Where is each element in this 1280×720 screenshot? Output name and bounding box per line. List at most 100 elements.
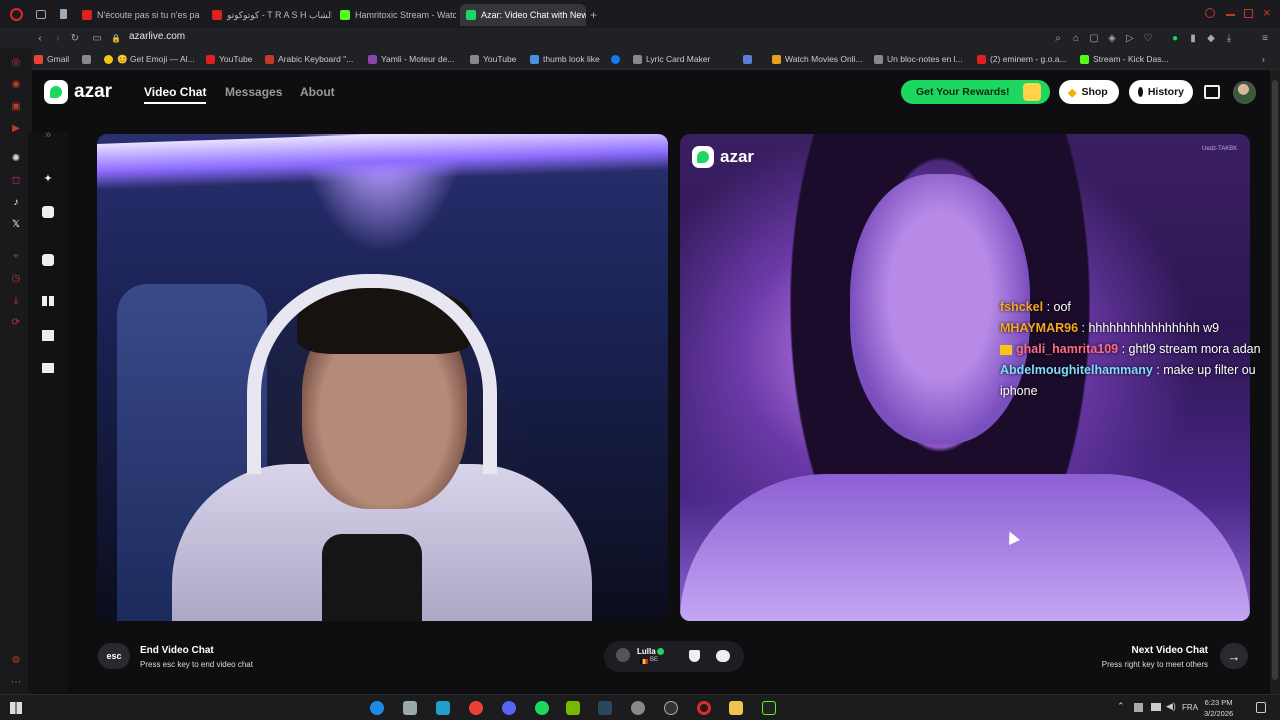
settings-app-icon[interactable]	[631, 701, 645, 715]
camera-icon[interactable]: ▭	[90, 31, 104, 45]
app-icon[interactable]	[403, 701, 417, 715]
layout-stack-icon[interactable]	[40, 327, 56, 343]
tab-2[interactable]: كوتوكوتو - T R A S H الشاب	[206, 4, 332, 26]
bookmark-lyric-card[interactable]: Lyric Card Maker	[633, 52, 710, 66]
bookmark-arabic-keyboard[interactable]: Arabic Keyboard "...	[265, 52, 353, 66]
store-icon[interactable]	[436, 701, 450, 715]
close-icon[interactable]: ×	[1263, 5, 1271, 20]
bookmark-watch-movies[interactable]: Watch Movies Onli...	[772, 52, 863, 66]
opera-icon[interactable]	[697, 701, 711, 715]
tray-chevron-icon[interactable]: ⌃	[1117, 701, 1125, 712]
expand-panel-icon[interactable]: »	[40, 127, 56, 143]
edge-icon[interactable]	[370, 701, 384, 715]
spotify-icon[interactable]	[535, 701, 549, 715]
avatar[interactable]	[1233, 81, 1256, 104]
magic-wand-icon[interactable]: ✦	[40, 170, 56, 186]
pin-icon[interactable]: ⌖	[8, 248, 24, 264]
obs-icon[interactable]	[664, 701, 678, 715]
partner-avatar[interactable]	[616, 648, 630, 662]
sticker-icon[interactable]	[40, 252, 56, 268]
whatsapp-icon[interactable]: ▣	[8, 98, 24, 114]
bookmark-thumb[interactable]: thumb look like	[530, 52, 600, 66]
tab-4-active[interactable]: Azar: Video Chat with New	[460, 4, 586, 26]
chat-bubble-icon[interactable]	[716, 650, 730, 662]
search-tabs-icon[interactable]	[1205, 8, 1215, 18]
extension-1-icon[interactable]: ●	[1168, 31, 1182, 45]
tray-app-icon[interactable]	[1134, 703, 1143, 712]
terminal-icon[interactable]	[762, 701, 776, 715]
bookmark-youtube[interactable]: YouTube	[206, 52, 252, 66]
windows-start-icon[interactable]	[10, 702, 22, 714]
messenger-icon[interactable]: ◉	[8, 76, 24, 92]
download-icon[interactable]: ⤓	[1222, 31, 1236, 45]
next-video-chat[interactable]: Next Video Chat Press right key to meet …	[1094, 645, 1208, 669]
nav-about[interactable]: About	[300, 85, 335, 99]
bookmarks-more-icon[interactable]: ›	[1262, 52, 1265, 66]
face-filter-icon[interactable]	[40, 204, 56, 220]
downloads-icon[interactable]: ⤓	[8, 292, 24, 308]
tab-page-icon[interactable]	[60, 9, 67, 19]
tab-1[interactable]: N'écoute pas si tu n'es pa	[76, 4, 200, 26]
volume-icon[interactable]: ◀)	[1166, 701, 1176, 712]
ai-icon[interactable]: ◎	[8, 54, 24, 70]
extension-3-icon[interactable]: ◆	[1204, 31, 1218, 45]
page-scrollbar[interactable]	[1270, 70, 1280, 694]
extensions-icon[interactable]: ⟳	[8, 314, 24, 330]
folder-icon[interactable]	[729, 701, 743, 715]
extension-2-icon[interactable]: ▮	[1186, 31, 1200, 45]
youtube-icon[interactable]: ▶	[8, 120, 24, 136]
next-arrow-button[interactable]: →	[1220, 643, 1248, 669]
chatgpt-icon[interactable]: ✺	[8, 150, 24, 166]
tiktok-icon[interactable]: ♪	[8, 194, 24, 210]
maximize-icon[interactable]	[1244, 9, 1253, 18]
history-icon[interactable]: ◷	[8, 270, 24, 286]
report-shield-icon[interactable]	[689, 650, 700, 662]
more-icon[interactable]: ⋯	[8, 674, 24, 690]
get-rewards-button[interactable]: Get Your Rewards!	[901, 80, 1050, 104]
chrome-icon[interactable]	[469, 701, 483, 715]
bookmark-facebook[interactable]	[611, 52, 620, 66]
bookmark-docs[interactable]	[743, 52, 752, 66]
opera-logo-icon[interactable]	[10, 8, 23, 21]
bookmark-gmail[interactable]: Gmail	[34, 52, 69, 66]
steam-icon[interactable]	[598, 701, 612, 715]
azar-logo[interactable]: azar	[44, 80, 112, 104]
esc-key-button[interactable]: esc	[98, 643, 130, 669]
bookmark-get-emoji[interactable]: 😊 Get Emoji — Al...	[104, 52, 195, 66]
bookmark-bloc-notes[interactable]: Un bloc-notes en l...	[874, 52, 963, 66]
language-indicator[interactable]: FRA	[1182, 703, 1198, 712]
minimize-icon[interactable]	[1226, 14, 1235, 16]
new-tab-icon[interactable]: +	[590, 8, 597, 22]
notification-icon[interactable]	[1256, 702, 1266, 713]
send-icon[interactable]: ▷	[1123, 31, 1137, 45]
bookmark-yamli[interactable]: Yamli - Moteur de...	[368, 52, 455, 66]
forward-icon[interactable]: ›	[51, 31, 65, 45]
tab-3[interactable]: Hamritoxic Stream - Watc	[334, 4, 456, 26]
heart-icon[interactable]: ♡	[1141, 31, 1155, 45]
menu-icon[interactable]: ≡	[1258, 31, 1272, 45]
reload-icon[interactable]: ↻	[68, 31, 82, 45]
bookmark-eminem[interactable]: (2) eminem - g.o.a...	[977, 52, 1067, 66]
layout-split-icon[interactable]	[40, 293, 56, 309]
discord-icon[interactable]	[502, 701, 516, 715]
layout-grid-icon[interactable]	[40, 360, 56, 376]
network-icon[interactable]	[1151, 703, 1161, 711]
bookmark-youtube-2[interactable]: YouTube	[470, 52, 516, 66]
bookmark-page[interactable]	[82, 52, 91, 66]
history-button[interactable]: History	[1129, 80, 1193, 104]
pin-icon[interactable]: ⌂	[1069, 31, 1083, 45]
zoom-icon[interactable]: ⌕	[1051, 31, 1065, 45]
x-icon[interactable]: 𝕏	[8, 216, 24, 232]
inbox-icon[interactable]	[1204, 85, 1220, 99]
nvidia-icon[interactable]	[566, 701, 580, 715]
clock[interactable]: 6:23 PM 3/2/2026	[1204, 697, 1233, 719]
shield-icon[interactable]: ◈	[1105, 31, 1119, 45]
snapshot-icon[interactable]: ▢	[1087, 31, 1101, 45]
scrollbar-thumb[interactable]	[1272, 80, 1278, 680]
bookmark-kick[interactable]: Stream - Kick Das...	[1080, 52, 1169, 66]
shop-button[interactable]: ◆ Shop	[1059, 80, 1119, 104]
url-text[interactable]: azarlive.com	[129, 31, 185, 42]
end-video-chat[interactable]: End Video Chat Press esc key to end vide…	[140, 645, 253, 669]
nav-video-chat[interactable]: Video Chat	[144, 85, 207, 104]
back-icon[interactable]: ‹	[33, 31, 47, 45]
